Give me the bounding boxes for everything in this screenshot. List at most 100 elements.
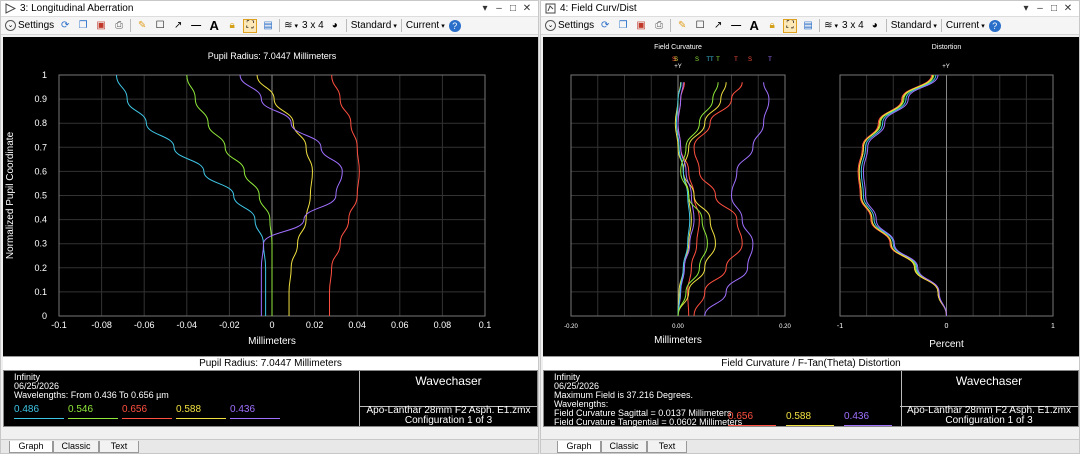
copy-icon[interactable]: ❐ [76, 19, 90, 33]
tab-text[interactable]: Text [99, 441, 139, 453]
window-titlebar: 3: Longitudinal Aberration ▾ – □ ✕ [1, 1, 538, 17]
minimize-button[interactable]: – [1033, 3, 1047, 14]
line-icon[interactable]: — [189, 19, 203, 33]
y-tick-label: 0 [42, 311, 47, 321]
dropdown-arrow-icon[interactable]: ▾ [478, 3, 492, 14]
window-title: 3: Longitudinal Aberration [20, 3, 134, 14]
maximize-button[interactable]: □ [506, 3, 520, 14]
series-line [677, 82, 727, 317]
window-title: 4: Field Curv/Dist [560, 3, 637, 14]
y-tick-label: 1 [42, 70, 47, 80]
series-legend-label: T [734, 57, 738, 63]
series-legend-label: TT [706, 57, 714, 63]
y-axis-label: Normalized Pupil Coordinate [5, 131, 16, 259]
window-app-icon [545, 3, 556, 14]
toolbar-separator [279, 19, 281, 32]
tab-classic[interactable]: Classic [53, 441, 99, 453]
x-tick-label: 1 [1051, 323, 1055, 330]
x-tick-label: -0.20 [564, 324, 578, 330]
rectangle-icon[interactable]: ☐ [693, 19, 707, 33]
settings-button[interactable]: ⌄ Settings [5, 20, 54, 31]
panel-title: Pupil Radius: 7.0447 Millimeters [3, 356, 538, 370]
arrow-icon[interactable]: ↗ [171, 19, 185, 33]
print-icon[interactable]: ⎙ [112, 19, 126, 33]
standard-dropdown[interactable]: Standard ▾ [351, 20, 397, 31]
copy-icon[interactable]: ❐ [616, 19, 630, 33]
x-tick-label: -0.1 [51, 320, 67, 330]
help-icon[interactable]: ? [988, 19, 1001, 32]
pencil-icon[interactable]: ✎ [135, 19, 149, 33]
current-dropdown[interactable]: Current ▾ [946, 20, 985, 31]
axis-top-label: +Y [674, 64, 682, 70]
fit-icon[interactable]: ⛶ [783, 18, 798, 33]
x-tick-label: 0.08 [434, 320, 452, 330]
maximize-button[interactable]: □ [1047, 3, 1061, 14]
window-icon[interactable]: ▤ [801, 19, 815, 33]
minimize-button[interactable]: – [492, 3, 506, 14]
window-icon[interactable]: ▤ [261, 19, 275, 33]
y-tick-label: 0.3 [34, 239, 47, 249]
lock-icon[interactable]: 🔒︎ [225, 19, 239, 33]
wavelength-line [786, 425, 834, 426]
tab-graph[interactable]: Graph [9, 441, 53, 453]
settings-button[interactable]: ⌄ Settings [545, 20, 594, 31]
clock-icon[interactable]: ◕ [328, 19, 342, 33]
tab-graph[interactable]: Graph [557, 441, 601, 453]
wavelength-line [176, 418, 226, 419]
rectangle-icon[interactable]: ☐ [153, 19, 167, 33]
pencil-icon[interactable]: ✎ [675, 19, 689, 33]
x-axis-label: Millimeters [248, 336, 296, 347]
layers-dropdown[interactable]: ≋ ▾ [824, 20, 838, 31]
line-icon[interactable]: — [729, 19, 743, 33]
view-tabs: Graph Classic Text [541, 439, 1079, 453]
wavelength-line [68, 418, 118, 419]
x-tick-label: 0.06 [391, 320, 409, 330]
x-tick-label: -1 [837, 323, 843, 330]
wavelength-label: 0.546 [68, 404, 94, 415]
series-legend-label: S [748, 57, 752, 63]
save-icon[interactable]: ▣ [634, 19, 648, 33]
layout-label[interactable]: 3 x 4 [842, 20, 864, 31]
refresh-icon[interactable]: ⟳ [598, 19, 612, 33]
fit-icon[interactable]: ⛶ [243, 18, 258, 33]
arrow-icon[interactable]: ↗ [711, 19, 725, 33]
wavelength-line [122, 418, 172, 419]
current-label: Current [405, 20, 440, 31]
help-icon[interactable]: ? [448, 19, 461, 32]
save-icon[interactable]: ▣ [94, 19, 108, 33]
standard-dropdown[interactable]: Standard ▾ [891, 20, 937, 31]
layout-label[interactable]: 3 x 4 [302, 20, 324, 31]
close-button[interactable]: ✕ [520, 3, 534, 14]
close-button[interactable]: ✕ [1061, 3, 1075, 14]
refresh-icon[interactable]: ⟳ [58, 19, 72, 33]
toolbar-separator [345, 19, 347, 32]
window-app-icon [5, 3, 16, 14]
info-brand-panel: Wavechaser Apo-Lanthar 28mm F2 Asph. E1.… [360, 371, 537, 426]
info-box: Infinity 06/25/2026 Maximum Field is 37.… [543, 370, 1079, 427]
clock-icon[interactable]: ◕ [868, 19, 882, 33]
info-details: Infinity 06/25/2026 Wavelengths: From 0.… [4, 371, 360, 426]
x-tick-label: 0.20 [779, 324, 791, 330]
text-icon[interactable]: A [207, 18, 221, 33]
chart-title: Distortion [932, 44, 962, 51]
lock-icon[interactable]: 🔒︎ [765, 19, 779, 33]
text-icon[interactable]: A [747, 18, 761, 33]
toolbar-separator [400, 19, 402, 32]
current-label: Current [945, 20, 980, 31]
info-line: Wavelengths: From 0.436 To 0.656 µm [14, 390, 169, 400]
x-axis-label: Millimeters [654, 335, 702, 346]
layers-dropdown[interactable]: ≋ ▾ [284, 20, 298, 31]
x-tick-label: 0.02 [306, 320, 324, 330]
y-tick-label: 0.7 [34, 142, 47, 152]
brand-name: Wavechaser [900, 371, 1078, 407]
axis-top-label: +Y [942, 64, 950, 70]
tab-classic[interactable]: Classic [601, 441, 647, 453]
dropdown-arrow-icon[interactable]: ▾ [1019, 3, 1033, 14]
settings-label: Settings [18, 20, 55, 31]
x-axis-label: Percent [929, 339, 964, 350]
current-dropdown[interactable]: Current ▾ [406, 20, 445, 31]
y-tick-label: 0.5 [34, 191, 47, 201]
print-icon[interactable]: ⎙ [652, 19, 666, 33]
tab-text[interactable]: Text [647, 441, 687, 453]
y-tick-label: 0.8 [34, 118, 47, 128]
